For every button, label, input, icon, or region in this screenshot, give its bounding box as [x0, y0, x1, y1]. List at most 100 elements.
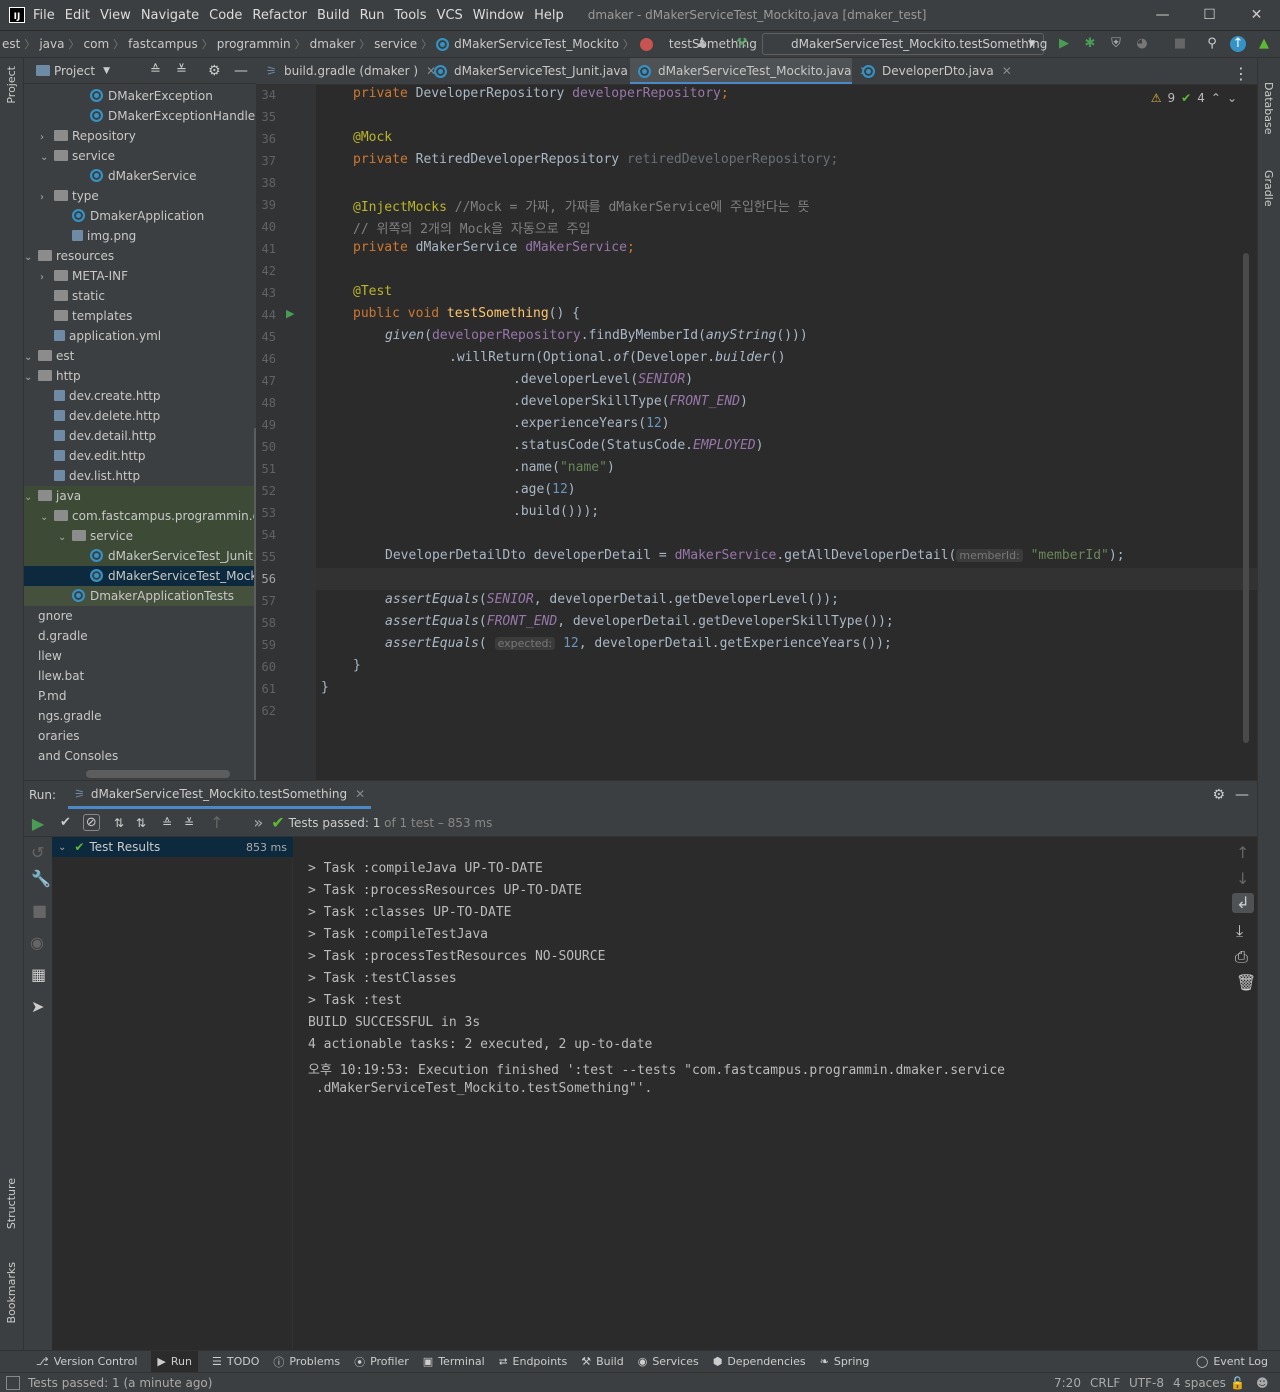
more-tabs-icon[interactable]: ⋮ — [1233, 64, 1249, 83]
chevron-down-icon[interactable]: ⌄ — [1227, 91, 1237, 105]
minimize-icon[interactable]: — — [1139, 0, 1186, 30]
project-tree-item[interactable]: and Consoles — [24, 746, 256, 766]
wrench-icon[interactable]: 🔧 — [31, 869, 51, 888]
bottom-tab-spring[interactable]: ❧ Spring — [820, 1355, 870, 1368]
chevron-down-icon[interactable]: ⌄ — [58, 528, 72, 548]
project-tree-item[interactable]: llew.bat — [24, 666, 256, 686]
tool-tab-database[interactable]: Database — [1262, 82, 1275, 135]
breadcrumb-item[interactable]: service — [370, 37, 421, 51]
project-tree-item[interactable]: P.md — [24, 686, 256, 706]
chevron-down-icon[interactable]: ⌄ — [24, 488, 38, 508]
project-tree-item[interactable]: dMakerServiceTest_Junit — [24, 546, 256, 566]
stop-icon[interactable]: ■ — [1172, 36, 1188, 52]
bottom-tab-run[interactable]: ▶ Run — [151, 1350, 198, 1373]
run-icon[interactable]: ▶ — [1056, 36, 1072, 52]
eye-icon[interactable]: ◉ — [30, 933, 44, 952]
menu-refactor[interactable]: Refactor — [252, 8, 307, 23]
project-tree-item[interactable]: application.yml — [24, 326, 256, 346]
project-tree-item[interactable]: ⌄ service — [24, 526, 256, 546]
project-tree-item[interactable]: ⌄ com.fastcampus.programmin.dmaker — [24, 506, 256, 526]
menu-code[interactable]: Code — [209, 8, 242, 23]
scroll-to-end-icon[interactable]: ⤓ — [1236, 921, 1243, 941]
project-tree-item[interactable]: dev.create.http — [24, 386, 256, 406]
menu-view[interactable]: View — [100, 8, 131, 23]
editor-scrollbar[interactable] — [1243, 253, 1249, 743]
search-icon[interactable]: ⚲ — [1204, 36, 1220, 52]
project-tree-item[interactable]: dMakerServiceTest_Mockito — [24, 566, 256, 586]
project-tree-item[interactable]: img.png — [24, 226, 256, 246]
user-icon[interactable]: ♟ — [694, 36, 710, 52]
bottom-tab-services[interactable]: ◉ Services — [638, 1355, 699, 1368]
menu-vcs[interactable]: VCS — [437, 8, 463, 23]
tab-build-gradle[interactable]: ⚞ build.gradle (dmaker ) ✕ — [256, 58, 436, 84]
indent-setting[interactable]: 4 spaces — [1173, 1376, 1226, 1390]
sort-alpha-icon[interactable]: ⇅ — [114, 816, 124, 830]
more-icon[interactable]: » — [253, 813, 263, 832]
menu-window[interactable]: Window — [473, 8, 524, 23]
gear-icon[interactable]: ⚙ — [1212, 787, 1225, 803]
project-tree-item[interactable]: dev.delete.http — [24, 406, 256, 426]
notifications-icon[interactable]: ☻ — [1256, 1376, 1269, 1390]
print-icon[interactable]: ⎙ — [1235, 947, 1248, 967]
lock-icon[interactable]: 🔓 — [1230, 1376, 1245, 1390]
ignored-filter-icon[interactable]: ⊘ — [82, 814, 100, 831]
project-tree-item[interactable]: static — [24, 286, 256, 306]
inspection-widget[interactable]: ⚠ 9 ✔ 4 ⌃ ⌄ — [1151, 91, 1237, 105]
chevron-down-icon[interactable]: ⌄ — [40, 148, 54, 168]
update-icon[interactable]: ↑ — [1230, 36, 1246, 52]
menu-help[interactable]: Help — [534, 8, 564, 23]
chevron-down-icon[interactable]: ⌄ — [24, 248, 38, 268]
bottom-tab-problems[interactable]: ⓘ Problems — [273, 1354, 340, 1370]
project-tree-item[interactable]: dev.edit.http — [24, 446, 256, 466]
project-tree-item[interactable]: oraries — [24, 726, 256, 746]
chevron-right-icon[interactable]: › — [40, 128, 54, 148]
horizontal-scrollbar[interactable] — [86, 770, 230, 778]
chevron-down-icon[interactable]: ⌄ — [24, 368, 38, 388]
menu-edit[interactable]: Edit — [65, 8, 90, 23]
bottom-tab-event-log[interactable]: ◯ Event Log — [1196, 1355, 1268, 1368]
line-separator[interactable]: CRLF — [1090, 1376, 1120, 1390]
caret-position[interactable]: 7:20 — [1054, 1376, 1081, 1390]
chevron-up-icon[interactable]: ⌃ — [1211, 91, 1221, 105]
soft-wrap-icon[interactable]: ↲ — [1232, 893, 1254, 913]
hide-icon[interactable]: — — [1235, 787, 1249, 803]
expand-all-icon[interactable]: ≙ — [162, 816, 172, 830]
project-tree-item[interactable]: ⌄ http — [24, 366, 256, 386]
project-tree-item[interactable]: d.gradle — [24, 626, 256, 646]
breadcrumb-item[interactable]: java — [35, 37, 68, 51]
breadcrumb-item[interactable]: com — [80, 37, 114, 51]
tab-developer-dto[interactable]: DeveloperDto.java ✕ — [854, 58, 1012, 84]
project-tree-item[interactable]: › type — [24, 186, 256, 206]
chevron-right-icon[interactable]: › — [40, 268, 54, 288]
tool-tab-gradle[interactable]: Gradle — [1262, 170, 1275, 207]
rerun-icon[interactable]: ▶ — [24, 809, 52, 837]
sort-duration-icon[interactable]: ⇅ — [136, 816, 146, 830]
gear-icon[interactable]: ⚙ — [208, 63, 221, 79]
menu-navigate[interactable]: Navigate — [141, 8, 199, 23]
menu-build[interactable]: Build — [317, 8, 350, 23]
profiler-icon[interactable]: ◕ — [1134, 36, 1150, 52]
menu-tools[interactable]: Tools — [395, 8, 427, 23]
close-icon[interactable]: ✕ — [355, 787, 365, 801]
run-configuration-select[interactable]: dMakerServiceTest_Mockito.testSomething ▼ — [762, 33, 1047, 55]
project-tree-item[interactable]: llew — [24, 646, 256, 666]
project-tree-item[interactable]: › Repository — [24, 126, 256, 146]
up-icon[interactable]: ↑ — [1236, 843, 1249, 862]
project-tree-item[interactable]: ⌄ resources — [24, 246, 256, 266]
collapse-all-icon[interactable]: ≚ — [176, 63, 187, 78]
expand-all-icon[interactable]: ≙ — [150, 63, 161, 78]
project-panel-title[interactable]: Project — [54, 64, 95, 78]
bottom-tab-profiler[interactable]: ⦿ Profiler — [354, 1354, 409, 1370]
run-test-gutter-icon[interactable]: ▶ — [286, 307, 294, 320]
project-tree-item[interactable]: dev.detail.http — [24, 426, 256, 446]
bottom-tab-version-control[interactable]: ⎇ Version Control — [36, 1355, 137, 1368]
chevron-down-icon[interactable]: ▼ — [103, 66, 110, 76]
bottom-tab-build[interactable]: ⚒ Build — [581, 1355, 624, 1368]
close-icon[interactable]: ✕ — [1233, 0, 1280, 30]
project-tree-item[interactable]: dev.list.http — [24, 466, 256, 486]
project-tree-item[interactable]: ngs.gradle — [24, 706, 256, 726]
test-results-root[interactable]: ⌄ ✔ Test Results 853 ms — [52, 837, 293, 857]
project-tree-item[interactable]: ⌄ est — [24, 346, 256, 366]
breadcrumb-item[interactable]: est — [0, 37, 24, 51]
tool-tab-structure[interactable]: Structure — [5, 1178, 18, 1229]
